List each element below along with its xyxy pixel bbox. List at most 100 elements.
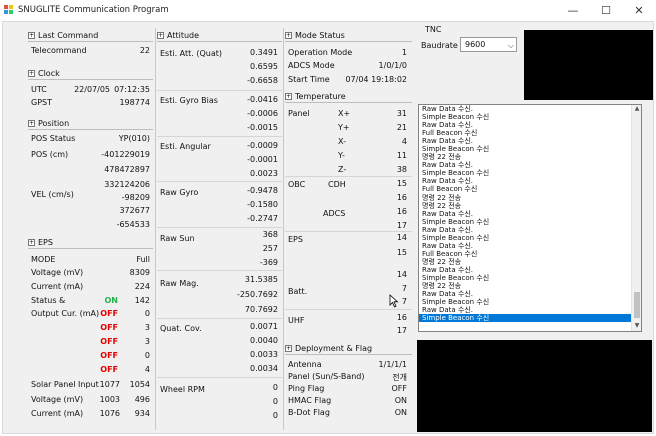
eps-voltage-label: Voltage (mV): [31, 268, 84, 277]
solar-voltage-1: 1003: [99, 395, 120, 404]
mouse-cursor-icon: [389, 294, 399, 308]
log-item[interactable]: Raw Data 수신.: [419, 266, 641, 274]
gyro-bias-2: -0.0006: [247, 109, 278, 118]
minimize-button[interactable]: —: [556, 0, 590, 20]
message-log-list[interactable]: Raw Data 수신. Simple Beacon 수신 Raw Data 수신.…: [418, 104, 642, 332]
solar-voltage-label: Voltage (mV): [31, 395, 84, 404]
adcs-temp-1: 16: [396, 207, 407, 216]
panel-axis-xp: X+: [338, 109, 351, 118]
pos-y-value: 478472897: [104, 165, 150, 174]
output-value-1: 142: [134, 296, 150, 305]
eps-temp-label: EPS: [288, 235, 303, 244]
angular-label: Esti. Angular: [160, 142, 211, 151]
panel-deploy-label: Panel (Sun/S-Band): [288, 372, 365, 381]
baudrate-select[interactable]: 9600 ⌵: [460, 37, 517, 52]
pos-x-value: -401229019: [101, 150, 150, 159]
close-button[interactable]: ✕: [622, 0, 656, 20]
attitude-header[interactable]: + Attitude: [157, 29, 199, 41]
panel-temp-ym: 11: [396, 151, 407, 160]
panel-axis-xm: X-: [338, 137, 346, 146]
scroll-thumb[interactable]: [634, 292, 640, 318]
uhf-temp-2: 17: [396, 326, 407, 335]
output-value-2: 0: [144, 309, 150, 318]
wheel-rpm-1: 0: [272, 383, 278, 392]
quat-2: 0.6595: [250, 62, 278, 71]
baudrate-value: 9600: [465, 40, 486, 49]
log-scrollbar[interactable]: ▲ ▼: [631, 105, 641, 331]
pos-label: POS (cm): [31, 150, 69, 159]
log-item[interactable]: Simple Beacon 수신: [419, 234, 641, 242]
log-item[interactable]: 명령 22 전송: [419, 202, 641, 210]
adcs-temp-label: ADCS: [323, 209, 346, 218]
quat-cov-2: 0.0040: [250, 336, 278, 345]
raw-mag-2: -250.7692: [236, 290, 278, 299]
log-item[interactable]: Simple Beacon 수신: [419, 218, 641, 226]
raw-gyro-1: -0.9478: [247, 186, 278, 195]
log-item[interactable]: Simple Beacon 수신: [419, 314, 641, 323]
output-state-5: OFF: [100, 351, 118, 360]
raw-sun-3: -369: [259, 258, 278, 267]
baudrate-label: Baudrate: [421, 41, 458, 50]
output-state-1: ON: [104, 296, 119, 305]
pos-status-value: YP(010): [118, 134, 150, 143]
log-item[interactable]: Raw Data 수신.: [419, 306, 641, 314]
solar-current-label: Current (mA): [31, 409, 84, 418]
log-item[interactable]: Raw Data 수신.: [419, 242, 641, 250]
cdh-temp-2: 16: [396, 193, 407, 202]
log-item[interactable]: Full Beacon 수신: [419, 250, 641, 258]
output-state-6: OFF: [100, 365, 118, 374]
log-item[interactable]: Raw Data 수신.: [419, 226, 641, 234]
eps-header[interactable]: + EPS: [28, 236, 53, 248]
wheel-rpm-label: Wheel RPM: [160, 385, 205, 394]
log-item[interactable]: Raw Data 수신.: [419, 210, 641, 218]
raw-mag-label: Raw Mag.: [160, 279, 199, 288]
solar-input-label: Solar Panel Input: [31, 380, 99, 389]
raw-sun-label: Raw Sun: [160, 234, 195, 243]
output-value-3: 3: [144, 323, 150, 332]
last-command-header[interactable]: + Last Command: [28, 29, 98, 41]
telecommand-label: Telecommand: [31, 46, 87, 55]
scroll-up-icon[interactable]: ▲: [632, 105, 641, 114]
deployment-header[interactable]: + Deployment & Flag: [285, 342, 372, 354]
log-item[interactable]: Raw Data 수신.: [419, 121, 641, 129]
gpst-label: GPST: [31, 98, 52, 107]
vel-z-value: -654533: [116, 220, 150, 229]
batt-temp-label: Batt.: [288, 287, 308, 296]
log-item[interactable]: Full Beacon 수신: [419, 129, 641, 137]
scroll-down-icon[interactable]: ▼: [632, 322, 641, 331]
redacted-area-bottom: [417, 340, 652, 432]
solar-input-1: 1077: [99, 380, 120, 389]
panel-axis-ym: Y-: [338, 151, 345, 160]
eps-mode-value: Full: [136, 255, 150, 264]
antenna-value: 1/1/1/1: [378, 360, 407, 369]
eps-mode-label: MODE: [31, 255, 56, 264]
hmac-flag-label: HMAC Flag: [288, 396, 332, 405]
position-header[interactable]: + Position: [28, 117, 69, 129]
log-item[interactable]: Simple Beacon 수신: [419, 298, 641, 306]
angular-2: -0.0001: [247, 155, 278, 164]
log-item[interactable]: Simple Beacon 수신: [419, 274, 641, 282]
log-item[interactable]: Simple Beacon 수신: [419, 113, 641, 121]
temperature-header[interactable]: + Temperature: [285, 90, 346, 102]
log-item[interactable]: Raw Data 수신.: [419, 290, 641, 298]
quat-cov-4: 0.0034: [250, 364, 278, 373]
start-time-value: 07/04 19:18:02: [345, 75, 407, 84]
log-item[interactable]: Raw Data 수신.: [419, 105, 641, 113]
panel-axis-zm: Z-: [338, 165, 347, 174]
clock-header[interactable]: + Clock: [28, 67, 60, 79]
panel-temp-xm: 4: [401, 137, 407, 146]
ping-flag-label: Ping Flag: [288, 384, 325, 393]
mode-status-header[interactable]: + Mode Status: [285, 29, 345, 41]
eps-temp-3: 14: [396, 270, 407, 279]
gyro-bias-3: -0.0015: [247, 123, 278, 132]
log-item[interactable]: 명령 22 전송: [419, 258, 641, 266]
eps-voltage-value: 8309: [129, 268, 150, 277]
solar-voltage-2: 496: [134, 395, 150, 404]
log-item[interactable]: 명령 22 전송: [419, 194, 641, 202]
eps-temp-1: 14: [396, 233, 407, 242]
log-item[interactable]: 명령 22 전송: [419, 282, 641, 290]
maximize-button[interactable]: ☐: [589, 0, 623, 20]
eps-status-label: Status &: [31, 296, 66, 305]
wheel-rpm-2: 0: [272, 397, 278, 406]
log-item[interactable]: Full Beacon 수신: [419, 185, 641, 193]
